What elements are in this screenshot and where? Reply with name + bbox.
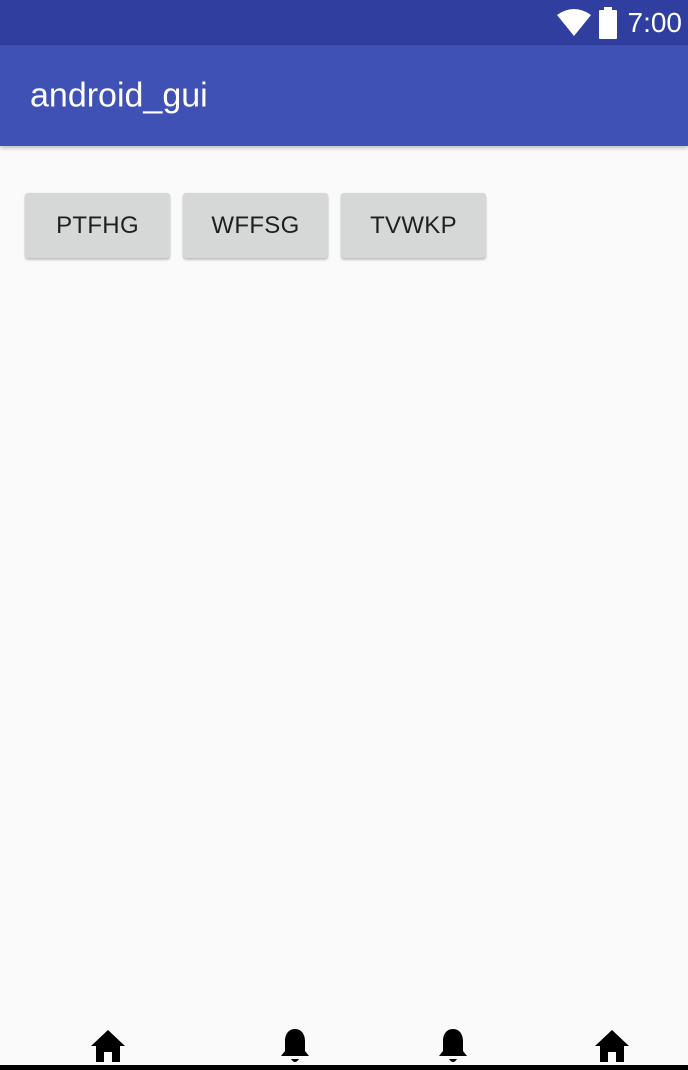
tvwkp-button[interactable]: TVWKP [341, 193, 486, 258]
status-clock: 7:00 [627, 6, 683, 38]
bell-icon[interactable] [275, 1026, 315, 1066]
app-bar: android_gui [0, 45, 688, 146]
button-row: PTFHG WFFSG TVWKP [25, 193, 486, 258]
navigation-bar-line [0, 1065, 688, 1070]
ptfhg-button[interactable]: PTFHG [25, 193, 170, 258]
status-icons: 7:00 [556, 0, 683, 45]
home-icon[interactable] [592, 1026, 632, 1066]
bottom-nav [0, 1020, 688, 1070]
main-content: PTFHG WFFSG TVWKP [0, 146, 688, 1020]
wffsg-button[interactable]: WFFSG [183, 193, 328, 258]
app-title: android_gui [30, 76, 208, 114]
wifi-icon [556, 8, 592, 37]
home-icon[interactable] [88, 1026, 128, 1066]
status-bar: 7:00 [0, 0, 688, 45]
bell-icon[interactable] [433, 1026, 473, 1066]
battery-icon [598, 6, 618, 39]
